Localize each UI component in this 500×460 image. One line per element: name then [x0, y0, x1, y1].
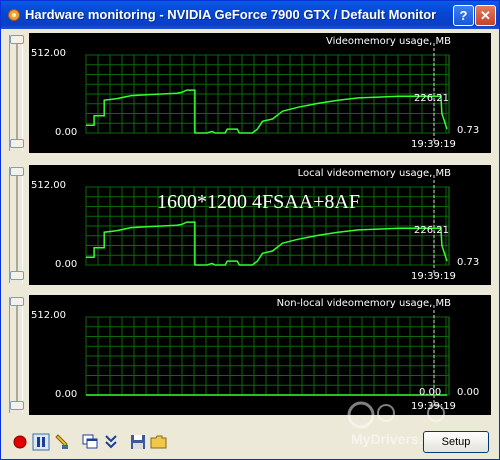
setup-button[interactable]: Setup	[423, 431, 489, 453]
graph-panel-videomemory: Videomemory usage, MB 512.00 0.00 226.21…	[5, 31, 495, 155]
help-button[interactable]: ?	[453, 5, 474, 26]
slider-thumb-top[interactable]	[10, 35, 24, 44]
collapse-icon[interactable]	[102, 433, 120, 451]
app-gear-icon	[8, 9, 20, 21]
time-label: 19:39:19	[411, 139, 456, 150]
slider-thumb-bottom[interactable]	[10, 401, 24, 410]
record-icon[interactable]	[11, 433, 29, 451]
properties-icon[interactable]	[53, 433, 71, 451]
windows-icon[interactable]	[81, 433, 99, 451]
y-min-label: 0.00	[55, 127, 78, 138]
open-folder-icon[interactable]	[150, 433, 168, 451]
pause-icon[interactable]	[32, 433, 50, 451]
slider-thumb-top[interactable]	[10, 167, 24, 176]
window-title: Hardware monitoring - NVIDIA GeForce 790…	[25, 7, 437, 22]
graph-plot: Local videomemory usage, MB 512.00 0.00 …	[29, 165, 491, 285]
hardware-monitoring-window: Hardware monitoring - NVIDIA GeForce 790…	[0, 0, 500, 460]
overlay-caption: 1600*1200 4FSAA+8AF	[157, 191, 360, 213]
y-max-label: 512.00	[31, 180, 66, 191]
y-max-label: 512.00	[31, 310, 66, 321]
y-max-label: 512.00	[31, 48, 66, 59]
current-value-label: 226.21	[414, 93, 449, 104]
slider-thumb-bottom[interactable]	[10, 139, 24, 148]
save-icon[interactable]	[129, 433, 147, 451]
close-button[interactable]: ✕	[475, 5, 496, 26]
current-value-label: 226.21	[414, 225, 449, 236]
panel-height-slider[interactable]	[9, 35, 24, 151]
title-bar[interactable]: Hardware monitoring - NVIDIA GeForce 790…	[1, 1, 499, 29]
time-label: 19:39:19	[411, 271, 456, 282]
graph-panel-local-videomemory: Local videomemory usage, MB 512.00 0.00 …	[5, 163, 495, 287]
graph-title: Non-local videomemory usage, MB	[276, 298, 451, 309]
y-min-label: 0.00	[55, 259, 78, 270]
panel-height-slider[interactable]	[9, 297, 24, 413]
panel-height-slider[interactable]	[9, 167, 24, 283]
y-min-label: 0.00	[55, 389, 78, 400]
graph-title: Local videomemory usage, MB	[297, 168, 451, 179]
slider-thumb-bottom[interactable]	[10, 271, 24, 280]
last-value-label: 0.73	[457, 125, 480, 136]
last-value-label: 0.73	[457, 257, 480, 268]
graph-plot: Videomemory usage, MB 512.00 0.00 226.21…	[29, 33, 491, 153]
graph-title: Videomemory usage, MB	[326, 36, 451, 47]
slider-thumb-top[interactable]	[10, 297, 24, 306]
bottom-toolbar: Setup	[1, 425, 499, 459]
